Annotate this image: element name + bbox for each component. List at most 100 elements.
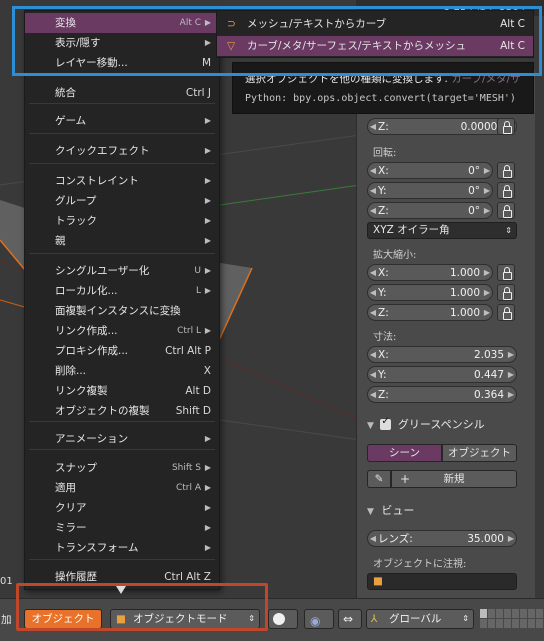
scale-field[interactable]: ◀ Z: 1.000 ▶ <box>367 304 493 321</box>
submenu-arrow-icon: ▶ <box>204 543 211 552</box>
decrement-arrow-icon[interactable]: ◀ <box>368 122 378 131</box>
lock-icon[interactable] <box>497 182 515 199</box>
lock-icon[interactable] <box>497 264 515 281</box>
menu-item[interactable]: シングルユーザー化 U ▶ <box>25 261 219 281</box>
menu-item-shortcut: Ctrl J <box>185 87 211 99</box>
menu-item-shortcut: Shift D <box>175 405 211 417</box>
lock-location-z-icon[interactable] <box>497 118 515 135</box>
rotation-field[interactable]: ◀ X: 0° ▶ <box>367 162 493 179</box>
lock-icon[interactable] <box>497 304 515 321</box>
menu-item[interactable]: クリア ▶ <box>25 498 219 518</box>
location-z-field[interactable]: ◀ Z: 0.00000 ▶ <box>367 118 517 135</box>
menu-item[interactable]: トラック ▶ <box>25 211 219 231</box>
menu-item[interactable]: ゲーム ▶ <box>25 111 219 131</box>
increment-arrow-icon[interactable]: ▶ <box>506 370 516 379</box>
menu-item[interactable]: 統合 Ctrl J <box>25 83 219 103</box>
scale-field[interactable]: ◀ X: 1.000 ▶ <box>367 264 493 281</box>
increment-arrow-icon[interactable]: ▶ <box>506 350 516 359</box>
menu-item[interactable]: ローカル化... L ▶ <box>25 281 219 301</box>
menu-item[interactable]: クイックエフェクト ▶ <box>25 141 219 161</box>
menu-item-label: リンク作成... <box>55 325 118 337</box>
submenu-arrow-icon: ▶ <box>204 463 211 472</box>
viewport-shading-select[interactable] <box>268 609 298 629</box>
dimension-field[interactable]: ◀ X: 2.035 ▶ <box>367 346 517 363</box>
menu-item[interactable]: 適用 Ctrl A ▶ <box>25 478 219 498</box>
increment-arrow-icon[interactable]: ▶ <box>482 308 492 317</box>
menu-item[interactable]: オブジェクトの複製 Shift D <box>25 401 219 421</box>
increment-arrow-icon[interactable]: ▶ <box>482 268 492 277</box>
rotation-field[interactable]: ◀ Z: 0° ▶ <box>367 202 493 219</box>
menu-item-shortcut: Ctrl A <box>175 483 201 493</box>
decrement-arrow-icon[interactable]: ◀ <box>368 370 378 379</box>
menu-separator <box>29 421 215 422</box>
lock-icon[interactable] <box>497 202 515 219</box>
menu-item-label: ローカル化... <box>55 285 118 297</box>
submenu-arrow-icon: ▶ <box>204 236 211 245</box>
menu-item-label: トランスフォーム <box>55 542 139 554</box>
menu-item-label: トラック <box>55 215 97 227</box>
dimension-field[interactable]: ◀ Y: 0.447 ▶ <box>367 366 517 383</box>
layer-buttons[interactable] <box>480 609 544 629</box>
lock-object-field[interactable]: ■ <box>367 573 517 590</box>
lens-field[interactable]: ◀ レンズ: 35.000 ▶ <box>367 530 517 547</box>
decrement-arrow-icon[interactable]: ◀ <box>368 288 378 297</box>
menu-item[interactable]: アニメーション ▶ <box>25 429 219 449</box>
menu-item[interactable]: コンストレイント ▶ <box>25 171 219 191</box>
menu-item-shortcut: L <box>195 286 201 296</box>
decrement-arrow-icon[interactable]: ◀ <box>368 166 378 175</box>
menu-item-label: 統合 <box>55 87 76 99</box>
orientation-select[interactable]: ⅄ グローバル ⇕ <box>366 609 474 629</box>
rotation-mode-select[interactable]: XYZ オイラー角 ⇕ <box>367 222 517 239</box>
menu-item[interactable]: トランスフォーム ▶ <box>25 538 219 558</box>
view-header[interactable]: ▼ ビュー <box>367 502 414 518</box>
menu-item[interactable]: 削除... X <box>25 361 219 381</box>
submenu-arrow-icon: ▶ <box>204 176 211 185</box>
menu-item[interactable]: リンク作成... Ctrl L ▶ <box>25 321 219 341</box>
menu-item[interactable]: プロキシ作成... Ctrl Alt P <box>25 341 219 361</box>
pencil-icon[interactable]: ✎ <box>367 470 391 488</box>
dimension-field[interactable]: ◀ Z: 0.364 ▶ <box>367 386 517 403</box>
frame-number: 01 <box>0 576 13 587</box>
increment-arrow-icon[interactable]: ▶ <box>482 186 492 195</box>
rotation-field[interactable]: ◀ Y: 0° ▶ <box>367 182 493 199</box>
scale-field[interactable]: ◀ Y: 1.000 ▶ <box>367 284 493 301</box>
decrement-arrow-icon[interactable]: ◀ <box>368 390 378 399</box>
menu-separator <box>29 253 215 254</box>
menu-item-label: 適用 <box>55 482 76 494</box>
menu-item-shortcut: Shift S <box>171 463 201 473</box>
menu-item[interactable]: グループ ▶ <box>25 191 219 211</box>
submenu-arrow-icon: ▶ <box>204 483 211 492</box>
manipulator-toggle[interactable]: ⇔ <box>338 609 362 629</box>
decrement-arrow-icon[interactable]: ◀ <box>368 186 378 195</box>
increment-arrow-icon[interactable]: ▶ <box>482 288 492 297</box>
increment-arrow-icon[interactable]: ▶ <box>482 206 492 215</box>
scale-label: 拡大縮小: <box>373 250 417 261</box>
menu-item-label: オブジェクトの複製 <box>55 405 150 417</box>
pivot-point-select[interactable]: ◉ <box>304 609 334 629</box>
menu-item[interactable]: ミラー ▶ <box>25 518 219 538</box>
menu-item-label: スナップ <box>55 462 97 474</box>
increment-arrow-icon[interactable]: ▶ <box>506 390 516 399</box>
dimensions-label: 寸法: <box>373 332 397 343</box>
increment-arrow-icon[interactable]: ▶ <box>506 534 516 543</box>
menu-item[interactable]: リンク複製 Alt D <box>25 381 219 401</box>
lock-icon[interactable] <box>497 162 515 179</box>
menu-item[interactable]: スナップ Shift S ▶ <box>25 458 219 478</box>
new-button[interactable]: + 新規 <box>391 470 517 488</box>
grease-pencil-header[interactable]: ▼ ✓ グリースペンシル <box>367 416 485 432</box>
decrement-arrow-icon[interactable]: ◀ <box>368 350 378 359</box>
menu-item-label: コンストレイント <box>55 175 139 187</box>
menu-item[interactable]: 親 ▶ <box>25 231 219 251</box>
decrement-arrow-icon[interactable]: ◀ <box>368 268 378 277</box>
menu-item[interactable]: 面複製インスタンスに変換 <box>25 301 219 321</box>
submenu-arrow-icon: ▶ <box>204 216 211 225</box>
decrement-arrow-icon[interactable]: ◀ <box>368 308 378 317</box>
add-menu[interactable]: 加 <box>1 612 12 627</box>
lock-icon[interactable] <box>497 284 515 301</box>
tab-object[interactable]: オブジェクト <box>442 444 517 462</box>
decrement-arrow-icon[interactable]: ◀ <box>368 534 378 543</box>
checkbox-icon[interactable]: ✓ <box>380 416 392 430</box>
tab-scene[interactable]: シーン <box>367 444 442 462</box>
decrement-arrow-icon[interactable]: ◀ <box>368 206 378 215</box>
increment-arrow-icon[interactable]: ▶ <box>482 166 492 175</box>
